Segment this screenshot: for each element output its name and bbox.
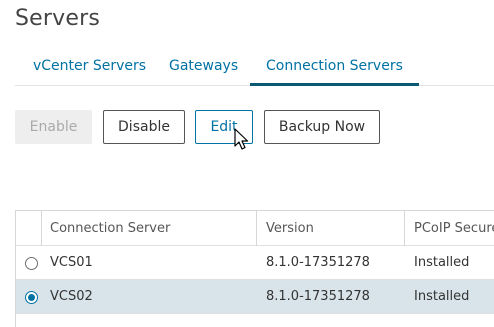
enable-button[interactable]: Enable: [15, 110, 92, 144]
column-header-connection-server[interactable]: Connection Server: [50, 211, 255, 245]
cell-version: 8.1.0-17351278: [266, 255, 370, 270]
tab-vcenter-servers[interactable]: vCenter Servers: [17, 50, 162, 86]
cell-connection-server: VCS01: [50, 255, 93, 270]
column-header-pcoip-secure[interactable]: PCoIP Secure: [414, 211, 494, 245]
column-header-version[interactable]: Version: [266, 211, 396, 245]
tab-bar: vCenter Servers Gateways Connection Serv…: [15, 50, 494, 86]
cell-pcoip-secure: Installed: [414, 255, 470, 270]
row-select-radio[interactable]: [25, 257, 38, 270]
tab-gateways[interactable]: Gateways: [153, 50, 254, 86]
tab-connection-servers[interactable]: Connection Servers: [250, 50, 419, 86]
cell-version: 8.1.0-17351278: [266, 289, 370, 304]
table-header-row: Connection Server Version PCoIP Secure: [16, 211, 494, 246]
cell-connection-server: VCS02: [50, 289, 93, 304]
select-column-header: [16, 211, 41, 245]
backup-now-button[interactable]: Backup Now: [264, 110, 380, 144]
column-divider[interactable]: [256, 211, 257, 246]
column-divider[interactable]: [41, 211, 42, 246]
connection-servers-table: Connection Server Version PCoIP Secure V…: [15, 210, 494, 327]
row-select-radio[interactable]: [25, 291, 38, 304]
row-select-cell: [16, 280, 41, 313]
page-title: Servers: [15, 6, 101, 31]
table-row[interactable]: VCS01 8.1.0-17351278 Installed: [16, 246, 494, 280]
mouse-pointer-icon: [234, 128, 249, 150]
table-row-selected[interactable]: VCS02 8.1.0-17351278 Installed: [16, 280, 494, 314]
cell-pcoip-secure: Installed: [414, 289, 470, 304]
row-select-cell: [16, 246, 41, 279]
column-divider[interactable]: [404, 211, 405, 246]
disable-button[interactable]: Disable: [103, 110, 185, 144]
